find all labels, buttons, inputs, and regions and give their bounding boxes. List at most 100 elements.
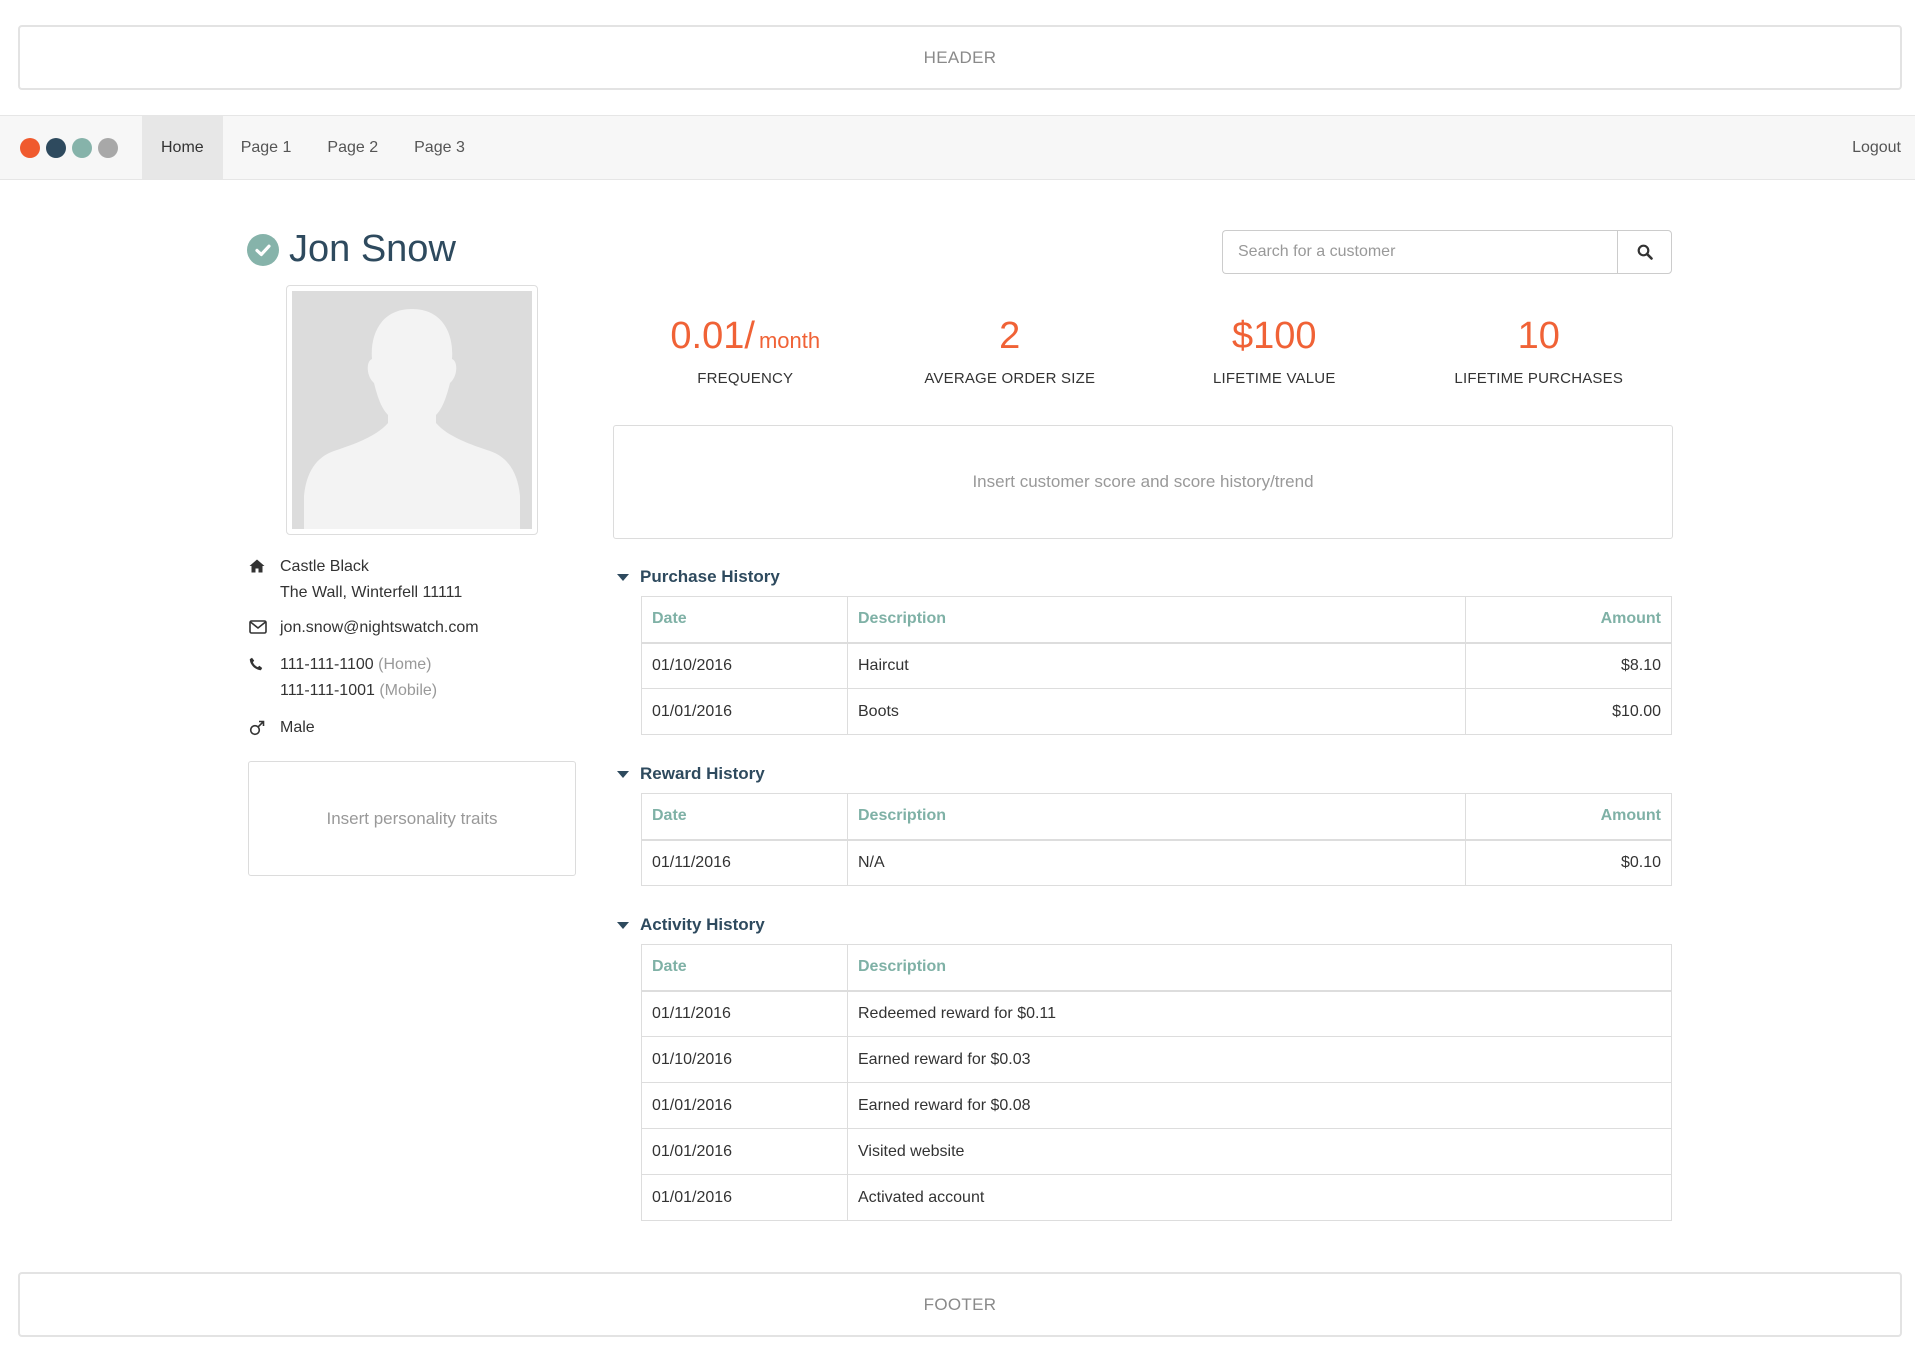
purchase-history-toggle[interactable]: Purchase History bbox=[617, 567, 780, 587]
nav-item-page-2[interactable]: Page 2 bbox=[309, 116, 396, 179]
header-label: HEADER bbox=[923, 47, 997, 67]
stat-lifetime-value-label: LIFETIME VALUE bbox=[1212, 370, 1336, 387]
stat-lifetime-purchases-value: 10 bbox=[1517, 315, 1560, 357]
stat-average-order-size-value: 2 bbox=[999, 315, 1021, 357]
address-line-1: Castle Black bbox=[280, 558, 369, 575]
address-row: Castle Black The Wall, Winterfell 11111 bbox=[249, 554, 462, 606]
phone-mobile-number: 111-111-1001 bbox=[280, 682, 375, 699]
row-amount: $0.10 bbox=[1465, 839, 1672, 886]
stat-lifetime-purchases: 10 LIFETIME PURCHASES bbox=[1407, 308, 1672, 387]
stat-lifetime-purchases-label: LIFETIME PURCHASES bbox=[1454, 370, 1624, 387]
reward-history-toggle[interactable]: Reward History bbox=[617, 764, 765, 784]
address-line-2: The Wall, Winterfell 11111 bbox=[280, 584, 463, 601]
logout-link[interactable]: Logout bbox=[1852, 139, 1915, 157]
row-date: 01/11/2016 bbox=[641, 839, 848, 886]
row-description: Activated account bbox=[847, 1174, 1672, 1221]
brand-dot-orange bbox=[20, 137, 40, 158]
row-description: Earned reward for $0.08 bbox=[847, 1082, 1672, 1129]
nav-item-home[interactable]: Home bbox=[142, 116, 223, 179]
profile-title: Jon Snow bbox=[247, 228, 456, 271]
customer-score-placeholder: Insert customer score and score history/… bbox=[613, 425, 1673, 539]
row-date: 01/10/2016 bbox=[641, 1036, 848, 1083]
row-description: Redeemed reward for $0.11 bbox=[847, 990, 1672, 1037]
row-date: 01/01/2016 bbox=[641, 1128, 848, 1175]
phone-mobile-label: (Mobile) bbox=[379, 682, 438, 699]
table-row[interactable]: 01/01/2016 Boots $10.00 bbox=[641, 688, 1672, 735]
column-header-date[interactable]: Date bbox=[641, 944, 848, 992]
table-header-row: Date Description Amount bbox=[641, 793, 1672, 841]
stat-average-order-size: 2 AVERAGE ORDER SIZE bbox=[878, 308, 1143, 387]
phone-home[interactable]: 111-111-1100 (Home) bbox=[280, 652, 437, 678]
table-row[interactable]: 01/01/2016 Activated account bbox=[641, 1174, 1672, 1221]
row-amount: $10.00 bbox=[1465, 688, 1672, 735]
nav-item-page-1[interactable]: Page 1 bbox=[223, 116, 310, 179]
phone-home-number: 111-111-1100 bbox=[280, 656, 374, 673]
table-row[interactable]: 01/11/2016 N/A $0.10 bbox=[641, 839, 1672, 886]
phone-home-label: (Home) bbox=[378, 656, 432, 673]
header-placeholder: HEADER bbox=[18, 25, 1902, 90]
table-row[interactable]: 01/01/2016 Earned reward for $0.08 bbox=[641, 1082, 1672, 1129]
stats-row: 0.01/month FREQUENCY 2 AVERAGE ORDER SIZ… bbox=[613, 308, 1671, 387]
activity-history-toggle[interactable]: Activity History bbox=[617, 915, 765, 935]
search-button[interactable] bbox=[1617, 230, 1672, 274]
column-header-description[interactable]: Description bbox=[847, 793, 1466, 841]
customer-name: Jon Snow bbox=[289, 228, 456, 270]
email-row: jon.snow@nightswatch.com bbox=[249, 615, 479, 641]
table-row[interactable]: 01/11/2016 Redeemed reward for $0.11 bbox=[641, 990, 1672, 1037]
row-date: 01/10/2016 bbox=[641, 642, 848, 689]
brand-logo[interactable] bbox=[0, 116, 142, 179]
column-header-description[interactable]: Description bbox=[847, 944, 1672, 992]
stat-lifetime-value: $100 LIFETIME VALUE bbox=[1142, 308, 1407, 387]
footer-label: FOOTER bbox=[923, 1294, 997, 1314]
caret-down-icon bbox=[617, 770, 629, 778]
traits-placeholder-text: Insert personality traits bbox=[326, 808, 498, 828]
reward-history-title: Reward History bbox=[640, 764, 765, 783]
column-header-date[interactable]: Date bbox=[641, 793, 848, 841]
phone-row: 111-111-1100 (Home) 111-111-1001 (Mobile… bbox=[249, 652, 437, 704]
row-date: 01/01/2016 bbox=[641, 688, 848, 735]
navbar: Home Page 1 Page 2 Page 3 Logout bbox=[0, 115, 1915, 180]
activity-history-table: Date Description 01/11/2016 Redeemed rew… bbox=[641, 944, 1672, 1221]
personality-traits-placeholder: Insert personality traits bbox=[248, 761, 576, 876]
reward-history-table: Date Description Amount 01/11/2016 N/A $… bbox=[641, 793, 1672, 886]
row-date: 01/11/2016 bbox=[641, 990, 848, 1037]
stat-lifetime-value-value: $100 bbox=[1231, 315, 1317, 357]
brand-dot-teal bbox=[72, 137, 92, 158]
stat-frequency-number: 0.01/ bbox=[670, 315, 755, 357]
search-icon bbox=[1637, 244, 1653, 260]
purchase-history-title: Purchase History bbox=[640, 567, 780, 586]
row-description: Visited website bbox=[847, 1128, 1672, 1175]
phone-mobile[interactable]: 111-111-1001 (Mobile) bbox=[280, 678, 437, 704]
table-row[interactable]: 01/10/2016 Haircut $8.10 bbox=[641, 642, 1672, 689]
row-description: Earned reward for $0.03 bbox=[847, 1036, 1672, 1083]
stat-frequency-label: FREQUENCY bbox=[697, 370, 794, 387]
score-placeholder-text: Insert customer score and score history/… bbox=[972, 472, 1314, 491]
table-header-row: Date Description bbox=[641, 944, 1672, 992]
email-link[interactable]: jon.snow@nightswatch.com bbox=[280, 615, 479, 641]
phone-icon bbox=[249, 652, 280, 704]
home-icon bbox=[249, 554, 280, 606]
table-row[interactable]: 01/01/2016 Visited website bbox=[641, 1128, 1672, 1175]
caret-down-icon bbox=[617, 921, 629, 929]
column-header-date[interactable]: Date bbox=[641, 596, 848, 644]
stat-frequency-unit: month bbox=[758, 328, 821, 353]
column-header-amount[interactable]: Amount bbox=[1465, 793, 1672, 841]
row-amount: $8.10 bbox=[1465, 642, 1672, 689]
activity-history-title: Activity History bbox=[640, 915, 765, 934]
nav-item-page-3[interactable]: Page 3 bbox=[396, 116, 483, 179]
stat-frequency: 0.01/month FREQUENCY bbox=[613, 308, 878, 387]
check-circle-icon bbox=[247, 233, 279, 266]
table-row[interactable]: 01/10/2016 Earned reward for $0.03 bbox=[641, 1036, 1672, 1083]
avatar-silhouette-icon bbox=[292, 291, 532, 529]
row-description: Boots bbox=[847, 688, 1466, 735]
row-date: 01/01/2016 bbox=[641, 1174, 848, 1221]
search-input[interactable] bbox=[1222, 230, 1617, 274]
row-description: N/A bbox=[847, 839, 1466, 886]
avatar bbox=[286, 285, 538, 535]
table-header-row: Date Description Amount bbox=[641, 596, 1672, 644]
footer-placeholder: FOOTER bbox=[18, 1272, 1902, 1337]
gender-row: Male bbox=[249, 715, 315, 741]
male-icon bbox=[249, 715, 280, 741]
column-header-description[interactable]: Description bbox=[847, 596, 1466, 644]
column-header-amount[interactable]: Amount bbox=[1465, 596, 1672, 644]
